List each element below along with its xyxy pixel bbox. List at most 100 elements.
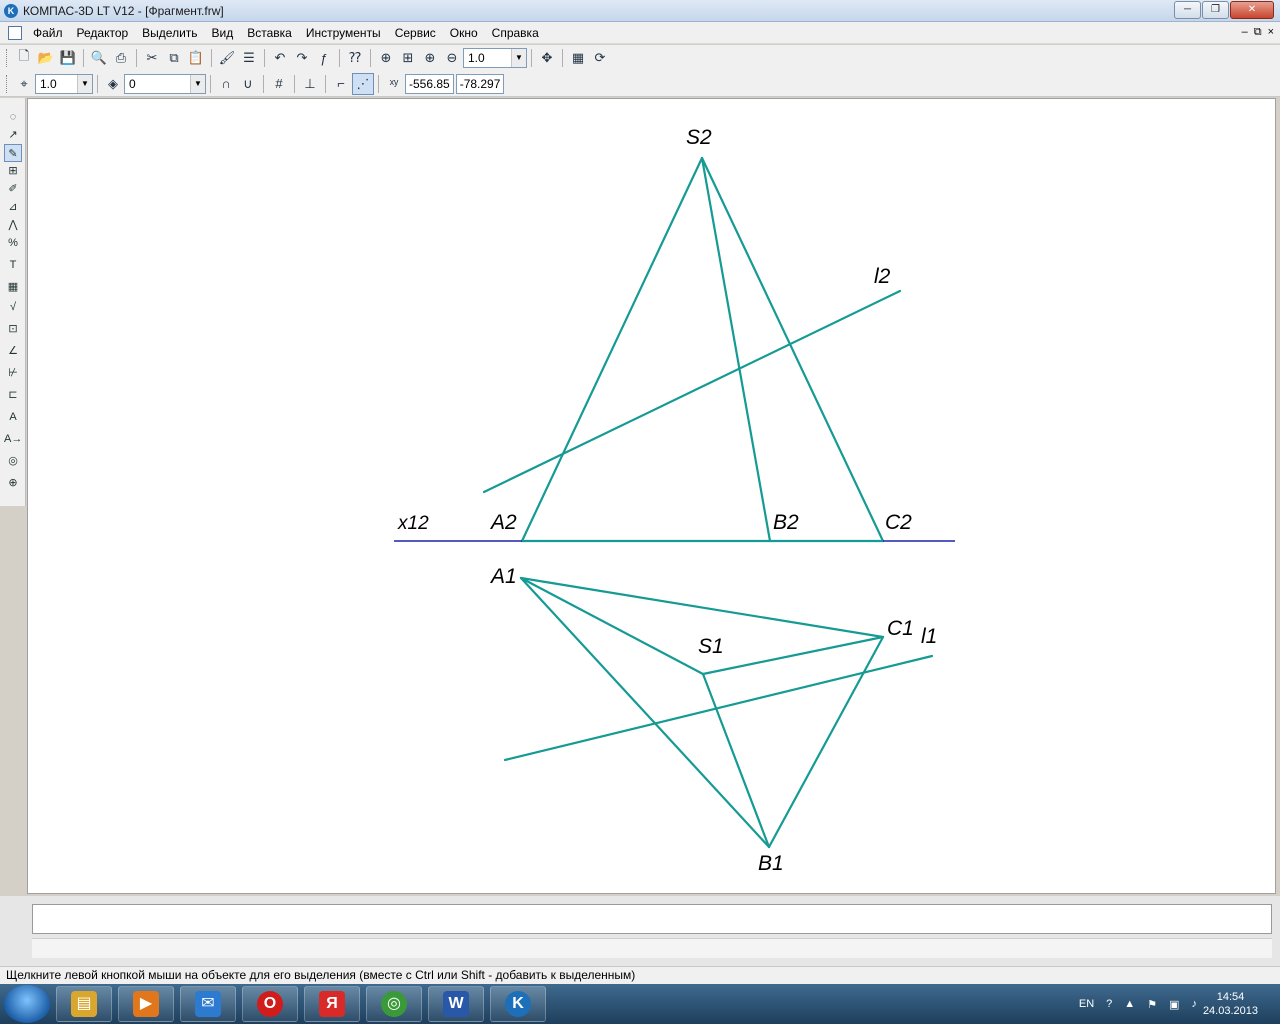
zoom-out-icon[interactable]: ⊖ bbox=[441, 47, 463, 69]
properties-icon[interactable]: ☰ bbox=[238, 47, 260, 69]
menu-file[interactable]: Файл bbox=[26, 22, 70, 44]
action-center-flag-icon[interactable]: ⚑ bbox=[1147, 998, 1157, 1011]
local-cs-icon[interactable]: ⊥ bbox=[299, 73, 321, 95]
geometry-icon[interactable]: ◌ bbox=[4, 108, 22, 126]
taskbar-word[interactable]: W bbox=[428, 986, 484, 1022]
volume-icon[interactable]: ♪ bbox=[1191, 998, 1197, 1010]
zoom-combobox[interactable]: 1.0 ▼ bbox=[463, 48, 527, 68]
chevron-down-icon[interactable]: ▼ bbox=[77, 74, 92, 93]
context-help-icon[interactable]: ⁇ bbox=[344, 47, 366, 69]
edge-a1b1[interactable] bbox=[519, 576, 771, 849]
print-preview-icon[interactable]: 🔍 bbox=[88, 47, 110, 69]
line-l2[interactable] bbox=[482, 289, 902, 494]
menu-service[interactable]: Сервис bbox=[388, 22, 443, 44]
edge-s1c1[interactable] bbox=[701, 635, 885, 676]
edge-c1b1[interactable] bbox=[767, 635, 885, 849]
language-indicator[interactable]: EN bbox=[1079, 998, 1094, 1010]
copy-icon[interactable]: ⧉ bbox=[163, 47, 185, 69]
layer-combobox[interactable]: 0 ▼ bbox=[124, 73, 206, 94]
layers-icon[interactable]: ▦ bbox=[567, 47, 589, 69]
parametrization-icon[interactable]: ✐ bbox=[4, 180, 22, 198]
minimize-button[interactable]: ─ bbox=[1174, 1, 1201, 19]
undo-icon[interactable]: ↶ bbox=[269, 47, 291, 69]
taskbar-media-player[interactable]: ▶ bbox=[118, 986, 174, 1022]
local-snap-icon[interactable]: ∪ bbox=[237, 73, 259, 95]
network-icon[interactable]: ▣ bbox=[1169, 998, 1179, 1011]
specification-icon[interactable]: % bbox=[4, 234, 22, 252]
taskbar-explorer[interactable]: ▤ bbox=[56, 986, 112, 1022]
save-icon[interactable]: 💾 bbox=[57, 47, 79, 69]
coord-y-field[interactable]: -78.297 bbox=[455, 73, 505, 94]
editing-icon[interactable]: ⊞ bbox=[4, 162, 22, 180]
snap-magnet-icon[interactable]: ∩ bbox=[215, 73, 237, 95]
table-icon[interactable]: ▦ bbox=[4, 278, 22, 296]
taskbar-kompas[interactable]: K bbox=[490, 986, 546, 1022]
new-document-icon[interactable]: 🗋 bbox=[13, 47, 35, 69]
properties-field[interactable] bbox=[32, 904, 1272, 934]
taskbar-yandex[interactable]: Я bbox=[304, 986, 360, 1022]
menu-edit[interactable]: Редактор bbox=[70, 22, 136, 44]
designations-icon[interactable]: ✎ bbox=[4, 144, 22, 162]
function-icon[interactable]: ƒ bbox=[313, 47, 335, 69]
doc-close-button[interactable]: × bbox=[1268, 26, 1274, 39]
menu-select[interactable]: Выделить bbox=[135, 22, 204, 44]
document-icon[interactable] bbox=[8, 25, 22, 40]
help-icon[interactable]: ? bbox=[1106, 998, 1112, 1010]
menu-view[interactable]: Вид bbox=[205, 22, 241, 44]
grid-icon[interactable]: # bbox=[268, 73, 290, 95]
view-arrow-icon[interactable]: A bbox=[4, 408, 22, 426]
position-leader-icon[interactable]: ⊬ bbox=[4, 364, 22, 382]
toolbar-grip[interactable] bbox=[6, 74, 9, 93]
leader-icon[interactable]: ∠ bbox=[4, 342, 22, 360]
layer-icon[interactable]: ◈ bbox=[102, 73, 124, 95]
break-line-icon[interactable]: ◎ bbox=[4, 452, 22, 470]
tray-expand-icon[interactable]: ▲ bbox=[1124, 998, 1135, 1010]
cut-icon[interactable]: ✂ bbox=[141, 47, 163, 69]
center-mark-icon[interactable]: ⊕ bbox=[4, 474, 22, 492]
paste-icon[interactable]: 📋 bbox=[185, 47, 207, 69]
zoom-window-icon[interactable]: ⊞ bbox=[397, 47, 419, 69]
redo-icon[interactable]: ↷ bbox=[291, 47, 313, 69]
menu-help[interactable]: Справка bbox=[485, 22, 546, 44]
toolbar-grip[interactable] bbox=[6, 49, 9, 67]
print-icon[interactable]: ⎙ bbox=[110, 47, 132, 69]
maximize-button[interactable]: ❐ bbox=[1202, 1, 1229, 19]
text-icon[interactable]: T bbox=[4, 256, 22, 274]
parametric-mode-icon[interactable]: ⋰ bbox=[352, 72, 374, 95]
taskbar-mail[interactable]: ✉ bbox=[180, 986, 236, 1022]
edge-s2c2[interactable] bbox=[700, 156, 885, 543]
menu-insert[interactable]: Вставка bbox=[240, 22, 299, 44]
taskbar-opera[interactable]: O bbox=[242, 986, 298, 1022]
taskbar-chrome[interactable]: ◎ bbox=[366, 986, 422, 1022]
menu-tools[interactable]: Инструменты bbox=[299, 22, 388, 44]
chevron-down-icon[interactable]: ▼ bbox=[190, 74, 205, 93]
drawing-canvas[interactable]: S2 l2 x12 A2 B2 C2 A1 C1 l1 S1 B1 bbox=[27, 98, 1276, 894]
zoom-all-icon[interactable]: ⊕ bbox=[375, 47, 397, 69]
dimensions-icon[interactable]: ↗ bbox=[4, 126, 22, 144]
pan-icon[interactable]: ✥ bbox=[536, 47, 558, 69]
tolerance-icon[interactable]: ⊏ bbox=[4, 386, 22, 404]
zoom-in-icon[interactable]: ⊕ bbox=[419, 47, 441, 69]
coord-x-field[interactable]: -556.85 bbox=[405, 73, 454, 94]
edge-s2a2[interactable] bbox=[520, 156, 704, 543]
menu-window[interactable]: Окно bbox=[443, 22, 485, 44]
doc-minimize-button[interactable]: ‒ bbox=[1242, 26, 1248, 39]
ortho-icon[interactable]: ⌐ bbox=[330, 73, 352, 95]
section-line-icon[interactable]: A→ bbox=[4, 430, 22, 448]
doc-restore-button[interactable]: ⧉ bbox=[1254, 26, 1262, 39]
measure-icon[interactable]: ⊿ bbox=[4, 198, 22, 216]
drawing-svg[interactable]: S2 l2 x12 A2 B2 C2 A1 C1 l1 S1 B1 bbox=[28, 99, 1277, 895]
datum-icon[interactable]: ⊡ bbox=[4, 320, 22, 338]
chevron-down-icon[interactable]: ▼ bbox=[511, 49, 526, 67]
clock[interactable]: 14:54 24.03.2013 bbox=[1203, 990, 1258, 1018]
edge-s1b1[interactable] bbox=[701, 672, 771, 849]
step-combobox[interactable]: 1.0 ▼ bbox=[35, 73, 93, 94]
open-icon[interactable]: 📂 bbox=[35, 47, 57, 69]
selection-icon[interactable]: ⋀ bbox=[4, 216, 22, 234]
format-brush-icon[interactable]: 🖌 bbox=[216, 47, 238, 69]
roughness-icon[interactable]: √ bbox=[4, 298, 22, 316]
close-button[interactable]: ✕ bbox=[1230, 1, 1274, 19]
start-button[interactable] bbox=[4, 985, 50, 1023]
refresh-icon[interactable]: ⟳ bbox=[589, 47, 611, 69]
edge-s2b2[interactable] bbox=[700, 156, 772, 543]
